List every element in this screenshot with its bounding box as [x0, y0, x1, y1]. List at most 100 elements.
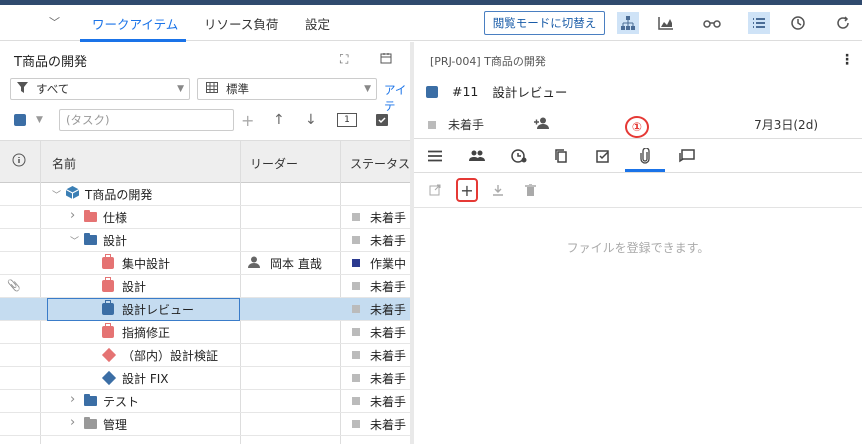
status-swatch — [352, 236, 360, 244]
list-view-icon[interactable] — [748, 12, 770, 34]
table-row[interactable]: 設計レビュー 未着手 — [0, 298, 410, 321]
row-name[interactable]: 設計レビュー — [102, 298, 194, 320]
table-row[interactable]: （部内）設計検証 未着手 — [0, 344, 410, 367]
new-task-icon[interactable] — [14, 109, 26, 131]
row-name[interactable]: 設計 — [84, 229, 127, 251]
folder-icon — [84, 417, 97, 429]
copy-icon[interactable] — [550, 146, 572, 166]
row-name[interactable]: T商品の開発 — [65, 183, 153, 205]
filter-dropdown[interactable]: すべて ▼ — [10, 78, 190, 100]
status-cell[interactable]: 未着手 — [352, 344, 406, 366]
chevron-right-icon[interactable]: › — [70, 415, 80, 430]
table-row[interactable]: › 管理 未着手 — [0, 413, 410, 436]
row-name-label: 指摘修正 — [122, 325, 171, 340]
status-label: 未着手 — [370, 325, 407, 340]
open-external-icon[interactable] — [425, 180, 445, 200]
column-header-leader[interactable]: リーダー — [250, 155, 298, 172]
status-cell[interactable]: 未着手 — [352, 321, 406, 343]
hierarchy-icon[interactable] — [617, 12, 639, 34]
checklist-tab-icon[interactable] — [592, 146, 614, 166]
status-field[interactable]: 未着手 — [428, 116, 550, 133]
row-name[interactable]: 設計 FIX — [101, 367, 168, 389]
chevron-right-icon[interactable]: › — [70, 208, 80, 223]
chevron-right-icon[interactable]: › — [70, 392, 80, 407]
task-icon — [426, 85, 438, 98]
table-row[interactable]: ﹀ 設計 未着手 — [0, 229, 410, 252]
table-row[interactable]: › 仕様 未着手 — [0, 206, 410, 229]
row-name[interactable]: 管理 — [84, 413, 127, 435]
status-cell[interactable]: 未着手 — [352, 298, 406, 320]
due-date[interactable]: 7月3日(2d) — [754, 116, 818, 133]
status-cell[interactable]: 未着手 — [352, 275, 406, 297]
paperclip-icon[interactable] — [634, 146, 656, 166]
level-stepper-icon[interactable]: 1 — [337, 109, 357, 131]
column-header-name[interactable]: 名前 — [52, 155, 76, 172]
chevron-down-icon[interactable]: ﹀ — [52, 188, 62, 201]
calendar-icon[interactable] — [380, 52, 392, 67]
checklist-icon[interactable] — [375, 109, 389, 131]
view-mode-button[interactable]: 閲覧モードに切替え — [484, 11, 605, 35]
add-icon[interactable]: + — [241, 109, 254, 131]
project-icon — [65, 186, 80, 202]
view-dropdown[interactable]: 標準 ▼ — [197, 78, 377, 100]
chevron-down-icon[interactable]: ﹀ — [70, 234, 80, 247]
status-cell[interactable]: 作業中 — [352, 252, 406, 274]
task-name-input[interactable]: (タスク) — [59, 109, 234, 131]
task-icon — [102, 323, 114, 338]
status-label: 未着手 — [370, 279, 407, 294]
refresh-icon[interactable] — [832, 12, 854, 34]
row-name[interactable]: 集中設計 — [102, 252, 170, 274]
table-row[interactable]: 📎 設計 未着手 — [0, 275, 410, 298]
status-swatch — [352, 259, 360, 267]
table-row[interactable]: › テスト 未着手 — [0, 390, 410, 413]
assign-user-icon[interactable] — [534, 117, 550, 132]
tab-work-items[interactable]: ワークアイテム — [92, 14, 178, 33]
people-icon[interactable] — [466, 146, 488, 166]
chart-icon[interactable] — [655, 12, 677, 34]
chevron-down-icon[interactable]: ﹀ — [49, 14, 60, 30]
delete-icon[interactable] — [520, 180, 540, 200]
table-row[interactable]: ﹀ T商品の開発 — [0, 183, 410, 206]
tab-settings[interactable]: 設定 — [305, 14, 330, 33]
row-name[interactable]: テスト — [84, 390, 139, 412]
move-down-icon[interactable]: ↓ — [305, 109, 317, 131]
folder-icon — [84, 394, 97, 406]
details-list-icon[interactable] — [424, 146, 446, 166]
row-name[interactable]: 仕様 — [84, 206, 127, 228]
row-name-label: テスト — [103, 394, 140, 409]
schedule-icon[interactable] — [508, 146, 530, 166]
status-swatch — [352, 397, 360, 405]
row-name[interactable]: 設計 — [102, 275, 146, 297]
status-cell[interactable]: 未着手 — [352, 229, 406, 251]
row-name-label: 設計 — [103, 233, 128, 248]
row-name-label: T商品の開発 — [85, 187, 153, 202]
task-icon — [102, 254, 114, 269]
status-cell[interactable]: 未着手 — [352, 206, 406, 228]
column-header-status[interactable]: ステータス — [350, 155, 410, 172]
detail-panel: [PRJ-004] T商品の開発 ⋮ #11 設計レビュー 未着手 7月3日(2… — [414, 42, 862, 444]
more-options-icon[interactable]: ⋮ — [840, 52, 854, 68]
status-cell[interactable]: 未着手 — [352, 390, 406, 412]
tab-resource-load[interactable]: リソース負荷 — [204, 14, 278, 33]
row-name[interactable]: 指摘修正 — [102, 321, 170, 343]
glasses-icon[interactable] — [701, 12, 723, 34]
status-label: 作業中 — [370, 256, 407, 271]
table-row[interactable]: 設計 FIX 未着手 — [0, 367, 410, 390]
table-row[interactable]: 指摘修正 未着手 — [0, 321, 410, 344]
table-row[interactable]: 集中設計 岡本 直哉 作業中 — [0, 252, 410, 275]
row-name[interactable]: （部内）設計検証 — [101, 344, 218, 366]
download-icon[interactable] — [488, 180, 508, 200]
status-cell[interactable]: 未着手 — [352, 367, 406, 389]
leader-cell[interactable]: 岡本 直哉 — [248, 252, 322, 274]
clock-icon[interactable] — [787, 12, 809, 34]
item-title[interactable]: 設計レビュー — [492, 82, 567, 101]
move-up-icon[interactable]: ↑ — [273, 109, 285, 131]
comment-icon[interactable] — [676, 146, 698, 166]
chevron-down-icon[interactable]: ▼ — [36, 109, 43, 131]
status-swatch — [352, 328, 360, 336]
expand-icon[interactable]: ⛶ — [340, 52, 348, 67]
row-name-label: 仕様 — [103, 210, 128, 225]
item-number: #11 — [452, 84, 479, 99]
add-attachment-button[interactable]: + — [456, 178, 478, 202]
status-cell[interactable]: 未着手 — [352, 413, 406, 435]
